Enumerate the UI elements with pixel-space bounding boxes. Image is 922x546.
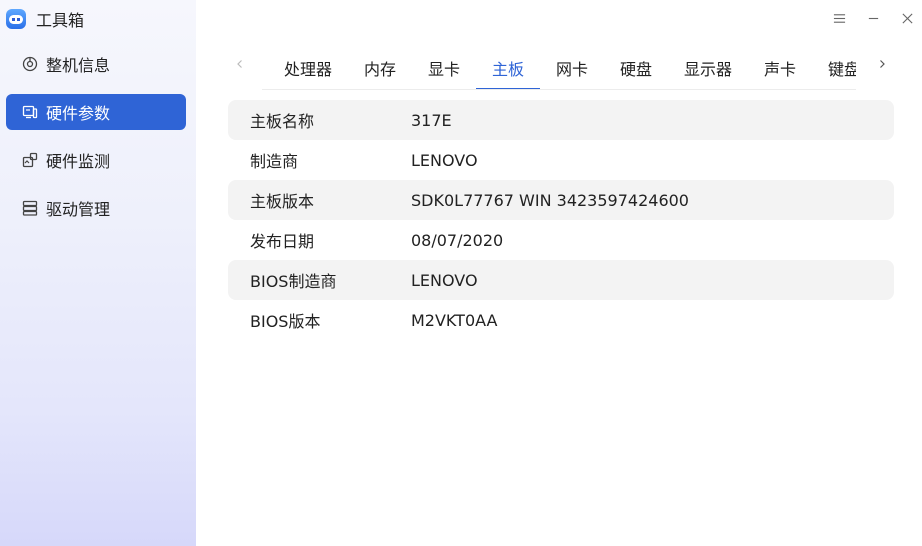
tab-label: 网卡 — [556, 60, 589, 79]
tab-disk[interactable]: 硬盘 — [612, 46, 660, 89]
tab-network[interactable]: 网卡 — [548, 46, 596, 89]
close-icon[interactable] — [897, 8, 917, 28]
tab-label: 处理器 — [284, 60, 333, 79]
sidebar: 工具箱 整机信息 硬件参数 硬件监测 驱动管理 — [0, 0, 196, 546]
row-key: BIOS制造商 — [250, 272, 337, 291]
chevron-left-icon[interactable] — [230, 54, 250, 74]
sidebar-item-label: 硬件参数 — [46, 104, 111, 123]
tab-label: 内存 — [364, 60, 397, 79]
tab-label: 显示器 — [684, 60, 733, 79]
row-key: 主板名称 — [250, 112, 315, 131]
tab-motherboard[interactable]: 主板 — [476, 46, 541, 89]
row-value: LENOVO — [411, 270, 478, 290]
sidebar-item-label: 整机信息 — [46, 56, 111, 75]
sidebar-item-hardware-params[interactable]: 硬件参数 — [6, 94, 186, 130]
table-row: 制造商 LENOVO — [228, 140, 894, 180]
tab-cpu[interactable]: 处理器 — [276, 46, 340, 89]
toolbox-robot-icon — [6, 9, 26, 29]
table-row: BIOS版本 M2VKT0AA — [228, 300, 894, 340]
row-value: 317E — [411, 110, 452, 130]
hardware-params-icon — [22, 104, 38, 120]
tab-label: 键盘 — [828, 60, 856, 79]
table-row: BIOS制造商 LENOVO — [228, 260, 894, 300]
tab-graphics[interactable]: 显卡 — [420, 46, 468, 89]
tab-sound[interactable]: 声卡 — [756, 46, 804, 89]
row-key: BIOS版本 — [250, 312, 321, 331]
row-value: M2VKT0AA — [411, 310, 498, 330]
machine-info-icon — [22, 56, 38, 72]
sidebar-item-hardware-monitor[interactable]: 硬件监测 — [6, 142, 186, 178]
minimize-icon[interactable] — [863, 8, 883, 28]
table-row: 发布日期 08/07/2020 — [228, 220, 894, 260]
row-key: 发布日期 — [250, 232, 315, 251]
app-title: 工具箱 — [36, 11, 85, 30]
hardware-monitor-icon — [22, 152, 38, 168]
tab-monitor[interactable]: 显示器 — [676, 46, 740, 89]
sidebar-item-driver-manage[interactable]: 驱动管理 — [6, 190, 186, 226]
table-row: 主板版本 SDK0L77767 WIN 3423597424600 — [228, 180, 894, 220]
chevron-right-icon[interactable] — [872, 54, 892, 74]
row-value: 08/07/2020 — [411, 230, 504, 250]
table-row: 主板名称 317E — [228, 100, 894, 140]
row-key: 主板版本 — [250, 192, 315, 211]
sidebar-item-label: 驱动管理 — [46, 200, 111, 219]
row-value: LENOVO — [411, 150, 478, 170]
tab-keyboard[interactable]: 键盘 — [820, 46, 856, 89]
tab-bar: 处理器 内存 显卡 主板 网卡 硬盘 显示器 声卡 键盘 — [262, 46, 856, 90]
app-header: 工具箱 — [6, 7, 84, 31]
tab-label: 声卡 — [764, 60, 797, 79]
board-info-table: 主板名称 317E 制造商 LENOVO 主板版本 SDK0L77767 WIN… — [228, 100, 894, 340]
tab-memory[interactable]: 内存 — [356, 46, 404, 89]
driver-manage-icon — [22, 200, 38, 216]
tab-label: 显卡 — [428, 60, 461, 79]
row-key: 制造商 — [250, 152, 299, 171]
row-value: SDK0L77767 WIN 3423597424600 — [411, 190, 689, 210]
menu-icon[interactable] — [829, 8, 849, 28]
sidebar-item-label: 硬件监测 — [46, 152, 111, 171]
tab-label: 主板 — [492, 60, 525, 79]
sidebar-item-machine-info[interactable]: 整机信息 — [6, 46, 186, 82]
tab-label: 硬盘 — [620, 60, 653, 79]
